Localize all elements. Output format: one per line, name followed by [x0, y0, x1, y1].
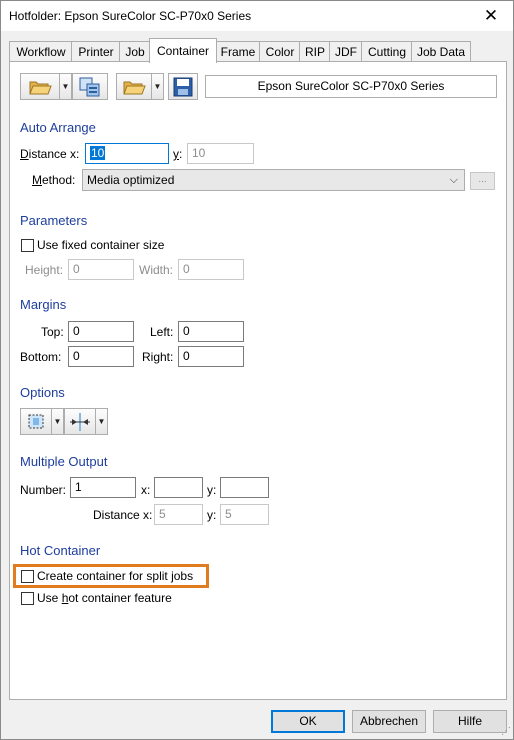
- save-icon: [173, 77, 193, 97]
- open-folder-icon: [29, 81, 52, 95]
- printer-name-display: Epson SureColor SC-P70x0 Series: [205, 75, 497, 98]
- width-input[interactable]: 0: [178, 259, 244, 280]
- container-tab-panel: ▼ ▼ Epson SureColor SC-P70x0 Series Auto…: [9, 61, 507, 700]
- output-y-label: y:: [207, 483, 217, 497]
- cancel-button[interactable]: Abbrechen: [352, 710, 426, 733]
- title-bar: Hotfolder: Epson SureColor SC-P70x0 Seri…: [1, 1, 513, 31]
- open-template-button[interactable]: [20, 73, 60, 100]
- tab-job-data[interactable]: Job Data: [411, 41, 471, 62]
- help-button[interactable]: Hilfe: [433, 710, 507, 733]
- margin-right-input[interactable]: 0: [178, 346, 244, 367]
- distance-x-label: Distance x:: [20, 147, 80, 161]
- copy-icon: [79, 77, 100, 97]
- align-frame-icon: [28, 414, 44, 429]
- hot-container-checkbox[interactable]: [21, 592, 34, 605]
- tab-rip[interactable]: RIP: [299, 41, 331, 62]
- method-combo[interactable]: Media optimized ⌵: [82, 169, 465, 191]
- margin-top-input[interactable]: 0: [68, 321, 134, 342]
- window-title: Hotfolder: Epson SureColor SC-P70x0 Seri…: [9, 9, 252, 23]
- tab-color[interactable]: Color: [259, 41, 301, 62]
- section-multiple-output: Multiple Output: [20, 454, 108, 469]
- output-distance-x-input[interactable]: 5: [154, 504, 203, 525]
- margin-top-label: Top:: [41, 325, 64, 339]
- height-label: Height:: [25, 263, 64, 277]
- tab-workflow[interactable]: Workflow: [9, 41, 73, 62]
- fixed-size-checkbox[interactable]: [21, 239, 34, 252]
- section-margins: Margins: [20, 297, 67, 312]
- height-input[interactable]: 0: [68, 259, 134, 280]
- open-folder-icon: [123, 81, 146, 95]
- margin-left-label: Left:: [150, 325, 174, 339]
- chevron-down-icon: ⌵: [449, 174, 458, 186]
- section-parameters: Parameters: [20, 213, 88, 228]
- dialog-window: Hotfolder: Epson SureColor SC-P70x0 Seri…: [0, 0, 514, 740]
- alignment-dropdown[interactable]: ▼: [51, 408, 64, 435]
- number-label: Number:: [20, 483, 67, 497]
- margin-right-label: Right:: [142, 350, 174, 364]
- split-jobs-checkbox[interactable]: [21, 570, 34, 583]
- margin-bottom-label: Bottom:: [20, 350, 62, 364]
- split-jobs-label: Create container for split jobs: [37, 569, 194, 583]
- output-distance-x-label: Distance x:: [93, 508, 153, 522]
- tab-container[interactable]: Container: [149, 38, 217, 63]
- method-value: Media optimized: [87, 173, 175, 187]
- tab-frame[interactable]: Frame: [215, 41, 261, 62]
- distance-y-label: y:: [173, 147, 183, 161]
- tab-job[interactable]: Job: [119, 41, 151, 62]
- close-button[interactable]: ✕: [469, 1, 513, 31]
- section-auto-arrange: Auto Arrange: [20, 120, 96, 135]
- output-distance-y-input[interactable]: 5: [220, 504, 269, 525]
- spacing-dropdown[interactable]: ▼: [95, 408, 108, 435]
- center-align-icon: [70, 413, 90, 431]
- method-more-button[interactable]: ...: [470, 172, 495, 190]
- ok-button[interactable]: OK: [271, 710, 345, 733]
- section-options: Options: [20, 385, 65, 400]
- alignment-button[interactable]: [20, 408, 52, 435]
- open-template-dropdown[interactable]: ▼: [59, 73, 72, 100]
- fixed-size-label: Use fixed container size: [37, 238, 165, 252]
- tab-printer[interactable]: Printer: [71, 41, 121, 62]
- section-hot-container: Hot Container: [20, 543, 101, 558]
- output-x-label: x:: [141, 483, 151, 497]
- tab-cutting[interactable]: Cutting: [361, 41, 413, 62]
- output-y-input[interactable]: [220, 477, 269, 498]
- copy-settings-button[interactable]: [72, 73, 108, 100]
- open-folder-dropdown[interactable]: ▼: [151, 73, 164, 100]
- margin-left-input[interactable]: 0: [178, 321, 244, 342]
- width-label: Width:: [139, 263, 174, 277]
- output-distance-y-label: y:: [207, 508, 217, 522]
- resize-grip-icon[interactable]: ⋰: [501, 726, 511, 737]
- tab-jdf[interactable]: JDF: [329, 41, 363, 62]
- margin-bottom-input[interactable]: 0: [68, 346, 134, 367]
- output-x-input[interactable]: [154, 477, 203, 498]
- save-button[interactable]: [168, 73, 198, 100]
- distance-x-input[interactable]: 10: [85, 143, 169, 164]
- hot-container-label: Use hot container feature: [37, 591, 172, 605]
- open-folder-button[interactable]: [116, 73, 152, 100]
- distance-y-input[interactable]: 10: [187, 143, 254, 164]
- number-input[interactable]: 1: [70, 477, 136, 498]
- spacing-button[interactable]: [64, 408, 96, 435]
- method-label: Method:: [32, 173, 76, 187]
